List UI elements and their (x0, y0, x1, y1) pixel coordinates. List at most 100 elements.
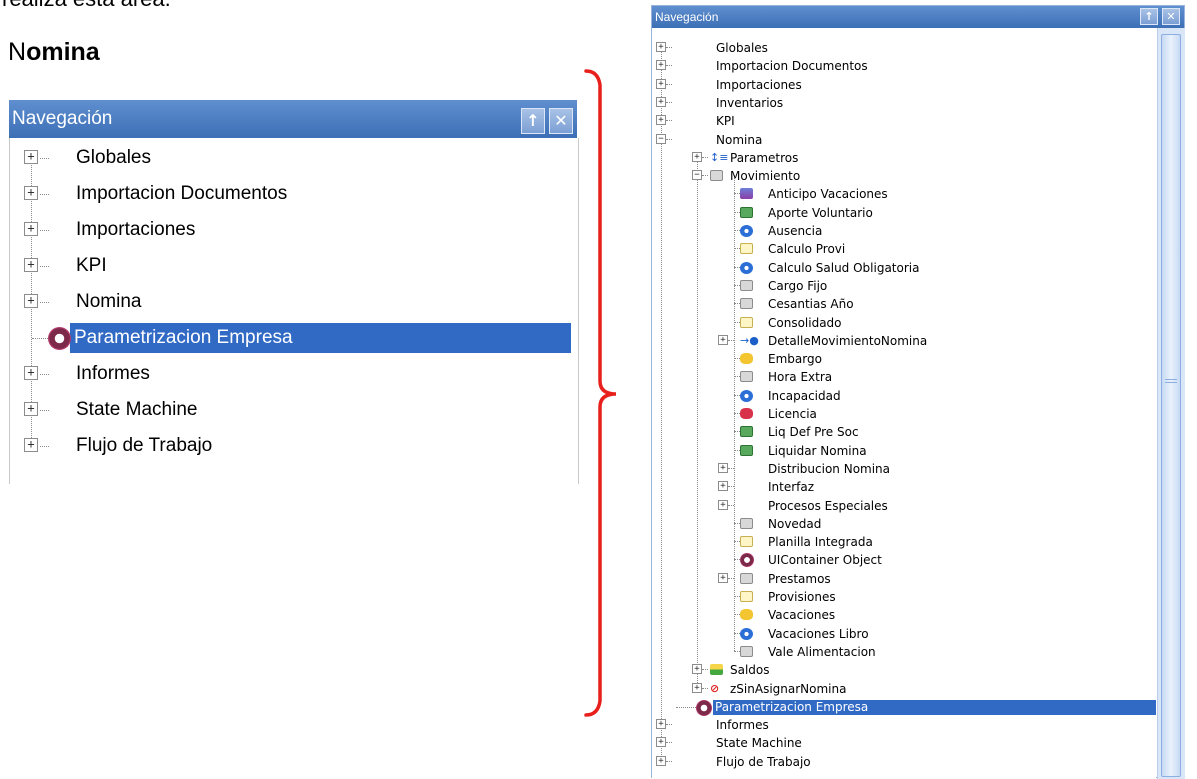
tree-item[interactable]: + Importacion Documentos (10, 176, 576, 212)
tree-item[interactable]: Vacaciones (652, 606, 1156, 624)
expand-icon[interactable]: + (24, 294, 38, 308)
gear-icon (740, 553, 754, 568)
block-icon: ⊘ (710, 681, 720, 695)
tree-item[interactable]: − Nomina (652, 131, 1156, 149)
tree-item[interactable]: Liq Def Pre Soc (652, 423, 1156, 441)
tree-item[interactable]: Aporte Voluntario (652, 204, 1156, 222)
tree-item[interactable]: Ausencia (652, 222, 1156, 240)
tree-item[interactable]: + Informes (652, 716, 1156, 734)
tree-item[interactable]: Embargo (652, 350, 1156, 368)
tree-item-label: Globales (76, 147, 151, 168)
expand-icon[interactable]: + (24, 366, 38, 380)
tree-item[interactable]: + →● DetalleMovimientoNomina (652, 332, 1156, 350)
expand-icon[interactable]: + (656, 115, 666, 126)
tree-connector (40, 302, 49, 303)
vertical-scrollbar[interactable] (1157, 28, 1185, 779)
tree-connector (666, 724, 672, 726)
pin-button[interactable]: ↑ (521, 108, 545, 134)
tree-item[interactable]: + KPI (652, 112, 1156, 130)
expand-icon[interactable]: + (656, 96, 666, 107)
expand-icon[interactable]: + (656, 719, 666, 730)
expand-icon[interactable]: + (718, 334, 728, 345)
pin-button[interactable]: ↑ (1140, 8, 1158, 25)
tree-item[interactable]: + Informes (10, 356, 576, 392)
tree-item[interactable]: Liquidar Nomina (652, 442, 1156, 460)
tree-item[interactable]: − Movimiento (652, 167, 1156, 185)
tree-item[interactable]: Calculo Salud Obligatoria (652, 259, 1156, 277)
expand-icon[interactable]: + (24, 186, 38, 200)
expand-icon[interactable]: + (24, 258, 38, 272)
tree-item[interactable]: + Flujo de Trabajo (652, 753, 1156, 771)
tree-item[interactable]: Licencia (652, 405, 1156, 423)
tree-item[interactable]: Incapacidad (652, 387, 1156, 405)
expand-icon[interactable]: + (718, 462, 728, 473)
expand-icon[interactable]: + (692, 682, 702, 693)
expand-icon[interactable]: + (692, 151, 702, 162)
close-button[interactable]: ✕ (1162, 8, 1180, 25)
tree-connector (702, 175, 708, 177)
expand-icon[interactable]: + (656, 78, 666, 89)
tree-item[interactable]: + Flujo de Trabajo (10, 428, 576, 464)
tree-item[interactable]: + KPI (10, 248, 576, 284)
scrollbar-thumb[interactable] (1161, 34, 1181, 777)
expand-icon[interactable]: + (24, 402, 38, 416)
expand-icon[interactable]: + (692, 664, 702, 675)
expand-icon[interactable]: + (718, 572, 728, 583)
expand-icon[interactable]: + (656, 42, 666, 52)
tree-item[interactable]: UIContainer Object (652, 551, 1156, 569)
tree-item-label: Cargo Fijo (768, 278, 828, 293)
expand-icon[interactable]: + (718, 499, 728, 510)
tree-item[interactable]: + Globales (652, 39, 1156, 57)
tree-item-label: Calculo Provi (768, 242, 846, 257)
expand-icon[interactable]: + (24, 150, 38, 164)
tree-item[interactable]: + Procesos Especiales (652, 497, 1156, 515)
arrow-dot-icon: →● (740, 333, 759, 347)
chart-icon (710, 664, 723, 676)
tree-item-label: DetalleMovimientoNomina (768, 333, 928, 348)
collapse-icon[interactable]: − (692, 170, 702, 181)
tree-item[interactable]: Planilla Integrada (652, 533, 1156, 551)
tree-item[interactable]: + Inventarios (652, 94, 1156, 112)
tree-item[interactable]: + ⊘ zSinAsignarNomina (652, 680, 1156, 698)
expand-icon[interactable]: + (656, 755, 666, 766)
tree-item[interactable]: + Importacion Documentos (652, 57, 1156, 75)
tree-item[interactable]: Novedad (652, 515, 1156, 533)
tree-item-selected[interactable]: Parametrizacion Empresa (652, 698, 1156, 716)
tree-item[interactable]: Hora Extra (652, 368, 1156, 386)
tree-item[interactable]: Vacaciones Libro (652, 625, 1156, 643)
gavel-icon (740, 353, 753, 365)
tree-item[interactable]: + Nomina (10, 284, 576, 320)
close-button[interactable]: ✕ (549, 108, 573, 134)
tree-item-label: Parametrizacion Empresa (74, 327, 293, 348)
tree-item-selected[interactable]: Parametrizacion Empresa (10, 320, 576, 356)
expand-icon[interactable]: + (24, 222, 38, 236)
tree-item[interactable]: Cargo Fijo (652, 277, 1156, 295)
tree-item[interactable]: + Interfaz (652, 478, 1156, 496)
tree-item[interactable]: Consolidado (652, 314, 1156, 332)
expand-icon[interactable]: + (656, 737, 666, 748)
bank-icon (740, 572, 753, 584)
tree-item[interactable]: + Importaciones (10, 212, 576, 248)
tree-item[interactable]: + Saldos (652, 661, 1156, 679)
blue-circle-icon (740, 389, 753, 402)
tree-item-label: Importaciones (76, 219, 196, 240)
expand-icon[interactable]: + (24, 438, 38, 452)
expand-icon[interactable]: + (656, 60, 666, 71)
expand-icon[interactable]: + (718, 481, 728, 492)
tree-item[interactable]: Vale Alimentacion (652, 643, 1156, 661)
collapse-icon[interactable]: − (656, 133, 666, 144)
tree-item[interactable]: Anticipo Vacaciones (652, 185, 1156, 203)
tree-item-label: Inventarios (716, 95, 784, 110)
tree-item[interactable]: + Importaciones (652, 76, 1156, 94)
tree-item[interactable]: Cesantias Año (652, 295, 1156, 313)
tree-item[interactable]: Calculo Provi (652, 240, 1156, 258)
tree-item[interactable]: + State Machine (10, 392, 576, 428)
tree-item[interactable]: + Prestamos (652, 570, 1156, 588)
tree-item[interactable]: + ↕≡ Parametros (652, 149, 1156, 167)
tree-item[interactable]: + State Machine (652, 734, 1156, 752)
tree-item[interactable]: + Distribucion Nomina (652, 460, 1156, 478)
tree-item[interactable]: + Globales (10, 140, 576, 176)
tree-item-label: Globales (716, 41, 768, 55)
tree-connector (666, 120, 672, 122)
tree-item[interactable]: Provisiones (652, 588, 1156, 606)
